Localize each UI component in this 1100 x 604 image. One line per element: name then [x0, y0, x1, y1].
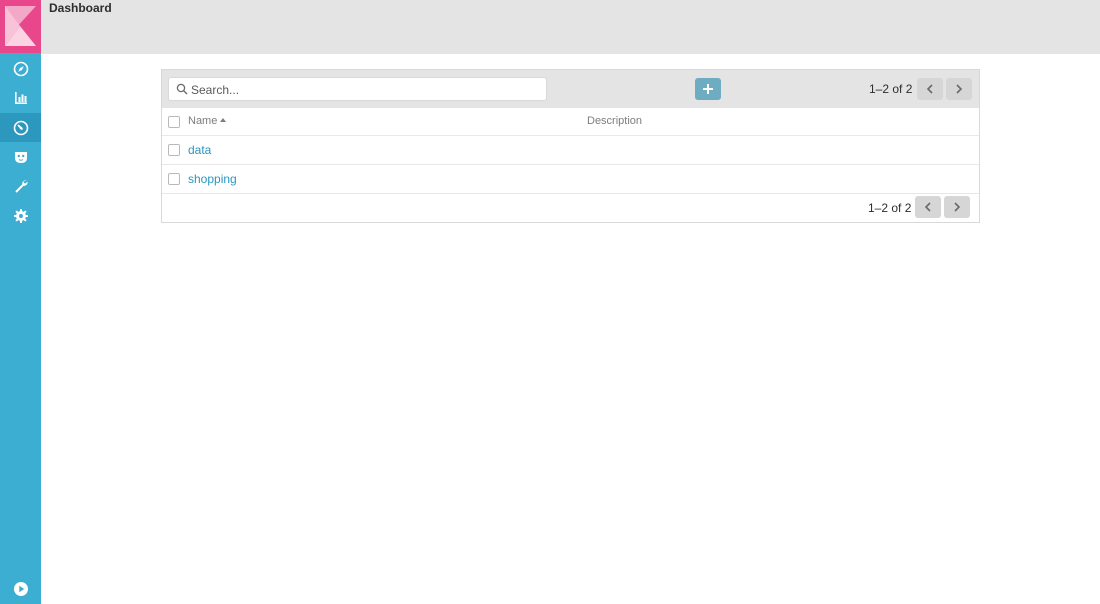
table-row: shopping — [162, 165, 979, 194]
prev-page-button-top[interactable] — [917, 78, 943, 100]
column-header-description: Description — [587, 115, 643, 127]
wrench-icon — [14, 179, 28, 193]
sidebar — [0, 0, 41, 604]
kibana-logo[interactable] — [0, 0, 41, 53]
search-input[interactable] — [191, 81, 541, 98]
sidebar-item-management[interactable] — [0, 201, 41, 230]
plus-icon — [703, 84, 713, 94]
next-page-button-top[interactable] — [946, 78, 972, 100]
sidebar-item-discover[interactable] — [0, 54, 41, 83]
column-header-name[interactable]: Name — [188, 115, 227, 127]
next-page-button-bottom[interactable] — [944, 196, 970, 218]
top-header: Dashboard — [41, 0, 1100, 54]
listing-toolbar: 1–2 of 2 — [162, 70, 979, 108]
dashboard-gauge-icon — [13, 120, 28, 135]
dashboard-link[interactable]: data — [188, 143, 211, 157]
sidebar-item-visualize[interactable] — [0, 83, 41, 112]
chevron-left-icon — [924, 202, 931, 212]
kibana-logo-icon — [0, 0, 41, 53]
compass-icon — [13, 61, 28, 76]
dashboard-link[interactable]: shopping — [188, 172, 237, 186]
sidebar-collapse-button[interactable] — [0, 574, 41, 604]
sidebar-item-timelion[interactable] — [0, 142, 41, 171]
dashboard-listing-panel: 1–2 of 2 Name Description data shopping … — [161, 69, 980, 223]
pagination-count-top: 1–2 of 2 — [869, 82, 913, 96]
row-checkbox[interactable] — [168, 144, 180, 156]
play-circle-icon — [13, 582, 28, 596]
sidebar-item-dev-tools[interactable] — [0, 171, 41, 200]
select-all-checkbox[interactable] — [168, 116, 180, 128]
shield-mask-icon — [14, 151, 27, 163]
gear-icon — [13, 208, 28, 223]
pagination-count-bottom: 1–2 of 2 — [868, 201, 912, 215]
chevron-left-icon — [926, 84, 933, 94]
chevron-right-icon — [954, 202, 961, 212]
prev-page-button-bottom[interactable] — [915, 196, 941, 218]
row-checkbox[interactable] — [168, 173, 180, 185]
bar-chart-icon — [14, 91, 27, 104]
add-dashboard-button[interactable] — [695, 78, 721, 100]
table-header-row: Name Description — [162, 108, 979, 136]
table-row: data — [162, 136, 979, 165]
search-box — [168, 77, 547, 101]
search-icon — [176, 83, 188, 95]
sidebar-item-dashboard[interactable] — [0, 113, 41, 142]
chevron-right-icon — [956, 84, 963, 94]
page-title: Dashboard — [49, 1, 112, 15]
column-header-name-label: Name — [188, 115, 218, 127]
table-footer: 1–2 of 2 — [162, 193, 979, 222]
sort-ascending-icon — [220, 118, 227, 123]
